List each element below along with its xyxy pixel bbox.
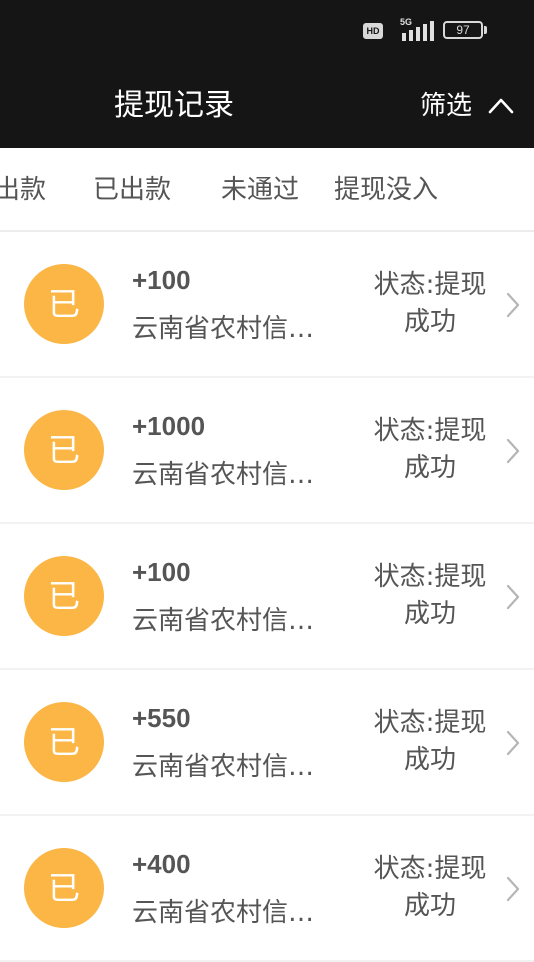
- chevron-up-icon: [488, 98, 514, 114]
- tab-rejected[interactable]: 未通过: [221, 170, 299, 210]
- battery-tip: [484, 26, 487, 34]
- battery-icon: 97: [443, 21, 483, 39]
- record-amount: +550: [132, 703, 191, 733]
- record-bank: 云南省农村信…: [132, 898, 315, 928]
- avatar: 已: [24, 848, 104, 928]
- status-badge: 状态:提现成功: [373, 708, 487, 775]
- avatar: 已: [24, 556, 104, 636]
- record-amount: +100: [132, 265, 191, 295]
- status-badge: 状态:提现成功: [373, 854, 487, 921]
- chevron-right-icon: [506, 730, 520, 756]
- battery-level: 97: [456, 23, 470, 37]
- record-amount: +400: [132, 849, 191, 879]
- list-item[interactable]: 已 +400 云南省农村信… 状态:提现成功: [0, 816, 534, 960]
- status-badge: 状态:提现成功: [373, 562, 487, 629]
- withdraw-record-list: 已 +100 云南省农村信… 状态:提现成功 已 +1000 云南省农村信… 状…: [0, 232, 534, 962]
- avatar: 已: [24, 702, 104, 782]
- status-bar: HD 5G 97: [0, 0, 534, 64]
- status-badge: 状态:提现成功: [373, 416, 487, 483]
- record-bank: 云南省农村信…: [132, 460, 315, 490]
- chevron-right-icon: [506, 876, 520, 902]
- list-item[interactable]: 已 +550 云南省农村信… 状态:提现成功: [0, 670, 534, 814]
- filter-label: 筛选: [420, 91, 473, 121]
- hd-icon: HD: [363, 23, 383, 39]
- list-item[interactable]: 已 +1000 云南省农村信… 状态:提现成功: [0, 378, 534, 522]
- page-title: 提现记录: [114, 88, 234, 123]
- filter-button[interactable]: 筛选: [420, 84, 524, 128]
- tab-paying-out[interactable]: 出款: [0, 170, 46, 210]
- status-badge: 状态:提现成功: [373, 270, 487, 337]
- chevron-right-icon: [506, 584, 520, 610]
- record-amount: +1000: [132, 411, 206, 441]
- avatar: 已: [24, 410, 104, 490]
- avatar: 已: [24, 264, 104, 344]
- chevron-right-icon: [506, 292, 520, 318]
- record-bank: 云南省农村信…: [132, 606, 315, 636]
- filter-tabs: 出款 已出款 未通过 提现没入: [0, 148, 534, 232]
- record-bank: 云南省农村信…: [132, 314, 315, 344]
- signal-icon: 5G: [400, 17, 436, 43]
- nav-bar: 提现记录 筛选: [0, 64, 534, 148]
- tab-paid-out[interactable]: 已出款: [93, 170, 171, 210]
- list-item[interactable]: 已 +100 云南省农村信… 状态:提现成功: [0, 232, 534, 376]
- record-bank: 云南省农村信…: [132, 752, 315, 782]
- list-item[interactable]: 已 +100 云南省农村信… 状态:提现成功: [0, 524, 534, 668]
- record-amount: +100: [132, 557, 191, 587]
- chevron-right-icon: [506, 438, 520, 464]
- tab-withdraw-not-arrived[interactable]: 提现没入: [334, 170, 438, 210]
- signal-bars-icon: [402, 21, 434, 41]
